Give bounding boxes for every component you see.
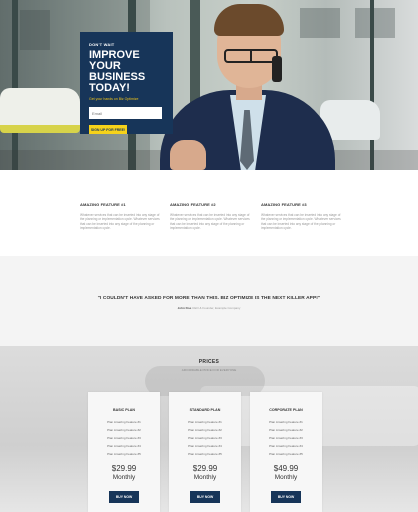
plan-feature: Plan Amazing Feature #2 bbox=[269, 428, 303, 432]
testimonial-author-role: CEO & Founder, Example Company bbox=[192, 306, 241, 310]
plan-feature: Plan Amazing Feature #4 bbox=[188, 444, 222, 448]
hero-background-window bbox=[355, 8, 395, 38]
feature-title: AMAZING FEATURE #3 bbox=[261, 202, 307, 207]
testimonial-author: John Doe CEO & Founder, Example Company bbox=[0, 306, 418, 310]
plan-period: Monthly bbox=[112, 474, 136, 481]
hero-person-hair bbox=[214, 4, 284, 36]
feature-item: AMAZING FEATURE #2 Whatever services tha… bbox=[170, 202, 250, 231]
hero-background-window bbox=[300, 8, 340, 38]
prices-subtitle: AFFORDABLE PRICE FOR EVERYONE bbox=[181, 368, 237, 372]
plan-price: $49.99 bbox=[273, 464, 299, 473]
pricing-card: STANDARD PLAN Plan Amazing Feature #1 Pl… bbox=[169, 392, 241, 512]
feature-item: AMAZING FEATURE #1 Whatever services tha… bbox=[80, 202, 160, 231]
plan-features: Plan Amazing Feature #1 Plan Amazing Fea… bbox=[250, 418, 322, 458]
feature-text: Whatever services that can be inserted i… bbox=[170, 213, 250, 231]
hero-person-hand bbox=[170, 140, 206, 170]
feature-title: AMAZING FEATURE #2 bbox=[170, 202, 216, 207]
hero-person-glasses bbox=[224, 49, 278, 63]
prices-section: PRICES AFFORDABLE PRICE FOR EVERYONE BAS… bbox=[0, 346, 418, 512]
plan-features: Plan Amazing Feature #1 Plan Amazing Fea… bbox=[88, 418, 160, 458]
testimonial-author-name: John Doe bbox=[177, 306, 192, 310]
buy-now-button[interactable]: BUY NOW bbox=[190, 491, 220, 503]
plan-price: $29.99 bbox=[192, 464, 218, 473]
testimonial-quote: "I COULDN'T HAVE ASKED FOR MORE THAN THI… bbox=[97, 296, 321, 301]
plan-feature: Plan Amazing Feature #3 bbox=[107, 436, 141, 440]
buy-now-button[interactable]: BUY NOW bbox=[109, 491, 139, 503]
feature-item: AMAZING FEATURE #3 Whatever services tha… bbox=[261, 202, 341, 231]
feature-text: Whatever services that can be inserted i… bbox=[80, 213, 160, 231]
plan-feature: Plan Amazing Feature #2 bbox=[107, 428, 141, 432]
phone-icon bbox=[272, 56, 282, 82]
plan-feature: Plan Amazing Feature #5 bbox=[107, 452, 141, 456]
buy-now-button[interactable]: BUY NOW bbox=[271, 491, 301, 503]
plan-name: CORPORATE PLAN bbox=[269, 408, 303, 412]
hero-signup-box: DON'T WAIT IMPROVE YOUR BUSINESS TODAY! … bbox=[80, 32, 173, 134]
plan-feature: Plan Amazing Feature #3 bbox=[188, 436, 222, 440]
pricing-card: BASIC PLAN Plan Amazing Feature #1 Plan … bbox=[88, 392, 160, 512]
hero-title: IMPROVE YOUR BUSINESS TODAY! bbox=[89, 49, 146, 94]
hero-background-pillar bbox=[370, 0, 374, 170]
hero-section: DON'T WAIT IMPROVE YOUR BUSINESS TODAY! … bbox=[0, 0, 418, 170]
plan-feature: Plan Amazing Feature #1 bbox=[269, 420, 303, 424]
plan-period: Monthly bbox=[193, 474, 217, 481]
plan-feature: Plan Amazing Feature #1 bbox=[107, 420, 141, 424]
plan-feature: Plan Amazing Feature #1 bbox=[188, 420, 222, 424]
signup-button[interactable]: SIGN UP FOR FREE! bbox=[89, 125, 127, 134]
plan-name: STANDARD PLAN bbox=[189, 408, 221, 412]
plan-feature: Plan Amazing Feature #2 bbox=[188, 428, 222, 432]
plan-feature: Plan Amazing Feature #4 bbox=[269, 444, 303, 448]
hero-subtitle: Get your hands on Biz Optimize bbox=[89, 97, 139, 101]
plan-feature: Plan Amazing Feature #4 bbox=[107, 444, 141, 448]
email-input[interactable] bbox=[89, 107, 162, 119]
feature-text: Whatever services that can be inserted i… bbox=[261, 213, 341, 231]
hero-eyebrow: DON'T WAIT bbox=[89, 42, 115, 47]
plan-feature: Plan Amazing Feature #3 bbox=[269, 436, 303, 440]
plan-period: Monthly bbox=[274, 474, 298, 481]
features-section: AMAZING FEATURE #1 Whatever services tha… bbox=[0, 170, 418, 256]
feature-title: AMAZING FEATURE #1 bbox=[80, 202, 126, 207]
plan-name: BASIC PLAN bbox=[113, 408, 135, 412]
pricing-card: CORPORATE PLAN Plan Amazing Feature #1 P… bbox=[250, 392, 322, 512]
plan-feature: Plan Amazing Feature #5 bbox=[269, 452, 303, 456]
plan-price: $29.99 bbox=[111, 464, 137, 473]
plan-features: Plan Amazing Feature #1 Plan Amazing Fea… bbox=[169, 418, 241, 458]
hero-background-window bbox=[20, 10, 50, 50]
prices-title: PRICES bbox=[198, 359, 220, 365]
hero-background-police-car bbox=[0, 88, 80, 133]
plan-feature: Plan Amazing Feature #5 bbox=[188, 452, 222, 456]
testimonial-section: "I COULDN'T HAVE ASKED FOR MORE THAN THI… bbox=[0, 256, 418, 346]
hero-background-pillar bbox=[12, 0, 18, 170]
